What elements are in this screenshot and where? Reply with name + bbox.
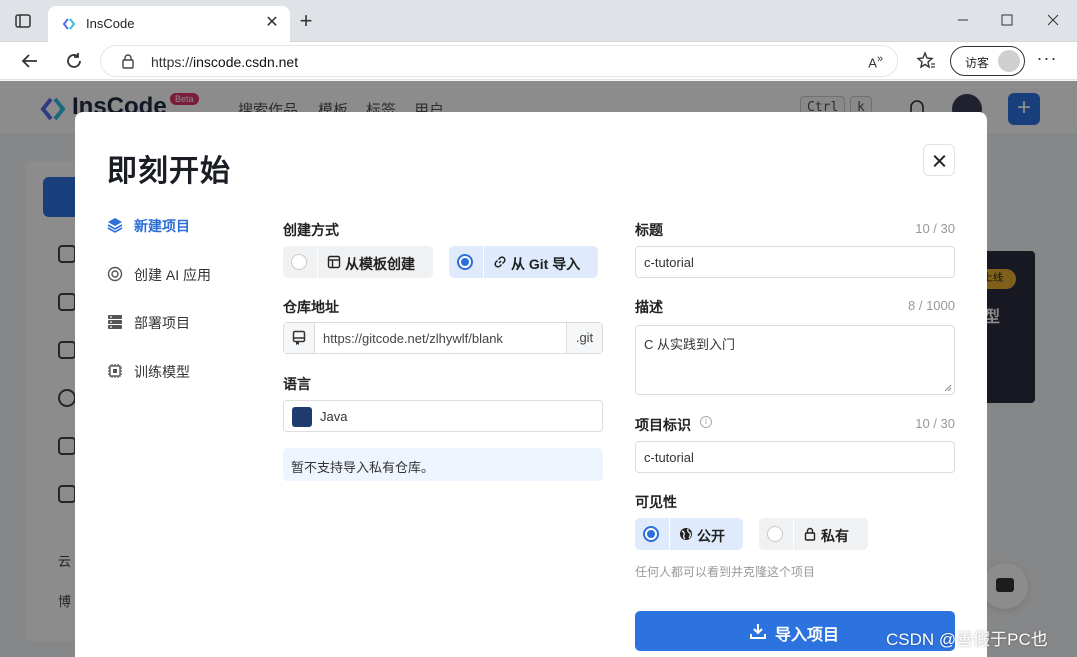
menu-item-new-project[interactable]: 新建项目 xyxy=(107,214,217,236)
csdn-watermark: CSDN @善假于PC也 xyxy=(886,630,1048,649)
create-method-label: 创建方式 xyxy=(283,222,339,238)
project-id-value: c-tutorial xyxy=(644,450,694,465)
browser-tabstrip: InsCode ✕ + xyxy=(0,0,1077,42)
url-host: inscode.csdn.net xyxy=(193,54,299,70)
description-textarea[interactable]: C 从实践到入门 xyxy=(635,325,955,395)
address-bar[interactable]: https://inscode.csdn.net A» xyxy=(100,45,898,77)
new-tab-button[interactable]: + xyxy=(296,10,316,32)
language-label: 语言 xyxy=(283,376,311,392)
refresh-icon[interactable] xyxy=(63,50,85,72)
download-icon xyxy=(750,624,766,639)
window-close-icon[interactable] xyxy=(1043,10,1063,30)
back-icon[interactable] xyxy=(19,50,41,72)
repo-url-value: https://gitcode.net/zlhywlf/blank xyxy=(323,331,503,346)
project-id-label: 项目标识 xyxy=(635,417,691,433)
link-icon xyxy=(494,256,506,268)
option-label: 从模板创建 xyxy=(345,256,415,272)
visibility-label: 可见性 xyxy=(635,494,677,510)
description-counter: 8 / 1000 xyxy=(908,298,955,313)
template-icon xyxy=(327,255,341,269)
option-divider xyxy=(317,246,318,278)
title-input[interactable]: c-tutorial xyxy=(635,246,955,278)
option-label: 私有 xyxy=(821,528,849,544)
menu-item-label: 新建项目 xyxy=(134,218,190,234)
repo-suffix: .git xyxy=(566,323,602,353)
read-aloud-glyph: A xyxy=(868,55,877,71)
favorites-icon[interactable] xyxy=(916,51,936,71)
modal-title: 即刻开始 xyxy=(107,155,231,188)
resize-grip-icon[interactable] xyxy=(944,384,952,392)
layers-icon xyxy=(107,218,123,233)
tab-title: InsCode xyxy=(86,16,135,31)
title-field-label: 标题 xyxy=(635,222,663,238)
option-public[interactable]: 公开 xyxy=(635,518,743,550)
title-value: c-tutorial xyxy=(644,255,694,270)
maximize-icon[interactable] xyxy=(997,10,1017,30)
repo-url-label: 仓库地址 xyxy=(283,299,339,315)
globe-icon xyxy=(680,528,692,540)
option-divider xyxy=(483,246,484,278)
option-divider xyxy=(669,518,670,550)
notice-text: 暂不支持导入私有仓库。 xyxy=(291,460,435,475)
menu-item-create-ai-app[interactable]: 创建 AI 应用 xyxy=(107,263,237,285)
language-select[interactable]: Java xyxy=(283,400,603,432)
option-private[interactable]: 私有 xyxy=(759,518,868,550)
minimize-icon[interactable] xyxy=(953,10,973,30)
import-button-label: 导入项目 xyxy=(775,627,840,644)
tab-close-icon[interactable]: ✕ xyxy=(264,15,280,31)
menu-item-label: 创建 AI 应用 xyxy=(134,267,212,283)
radio-public[interactable] xyxy=(643,526,659,542)
server-icon xyxy=(108,315,122,329)
info-icon[interactable]: i xyxy=(700,416,712,428)
title-counter: 10 / 30 xyxy=(915,221,955,236)
description-value: C 从实践到入门 xyxy=(644,337,736,352)
repo-prefix xyxy=(284,323,315,353)
radio-from-template[interactable] xyxy=(291,254,307,270)
menu-item-label: 部署项目 xyxy=(134,315,190,331)
option-from-git[interactable]: 从 Git 导入 xyxy=(449,246,598,278)
inscode-favicon-icon xyxy=(62,18,76,30)
profile-avatar-icon xyxy=(998,50,1020,72)
menu-item-train-model[interactable]: 训练模型 xyxy=(107,360,217,382)
browser-toolbar: https://inscode.csdn.net A» 访客 ··· xyxy=(0,42,1077,80)
language-value: Java xyxy=(320,409,348,424)
profile-button[interactable]: 访客 xyxy=(950,46,1025,76)
java-icon xyxy=(292,407,312,427)
chip-icon xyxy=(108,364,122,378)
visibility-hint: 任何人都可以看到并克隆这个项目 xyxy=(635,565,816,579)
browser-tab[interactable]: InsCode ✕ xyxy=(48,6,290,42)
read-aloud-icon[interactable]: A» xyxy=(868,53,883,70)
menu-item-label: 训练模型 xyxy=(134,364,190,380)
modal-close-button[interactable] xyxy=(923,144,955,176)
repository-icon xyxy=(292,330,306,345)
start-modal: 即刻开始 新建项目 创建 AI 应用 部署项目 训练模型 创建方式 从模板创建 … xyxy=(75,112,987,657)
url-scheme: https:// xyxy=(151,54,194,70)
ai-icon xyxy=(107,266,123,282)
option-from-template[interactable]: 从模板创建 xyxy=(283,246,433,278)
project-id-input[interactable]: c-tutorial xyxy=(635,441,955,473)
more-menu-icon[interactable]: ··· xyxy=(1036,49,1058,72)
url-text[interactable]: https://inscode.csdn.net xyxy=(151,54,298,70)
option-label: 从 Git 导入 xyxy=(511,256,581,272)
menu-item-deploy-project[interactable]: 部署项目 xyxy=(107,311,217,333)
project-id-counter: 10 / 30 xyxy=(915,416,955,431)
radio-private[interactable] xyxy=(767,526,783,542)
lock-icon xyxy=(804,527,816,541)
option-label: 公开 xyxy=(697,528,725,544)
description-label: 描述 xyxy=(635,299,663,315)
repo-url-input[interactable]: https://gitcode.net/zlhywlf/blank .git xyxy=(283,322,603,354)
lock-icon[interactable] xyxy=(121,54,135,69)
option-divider xyxy=(793,518,794,550)
tab-actions-icon[interactable] xyxy=(14,12,32,30)
private-repo-notice: 暂不支持导入私有仓库。 xyxy=(283,448,603,481)
radio-from-git[interactable] xyxy=(457,254,473,270)
profile-label: 访客 xyxy=(965,56,990,70)
